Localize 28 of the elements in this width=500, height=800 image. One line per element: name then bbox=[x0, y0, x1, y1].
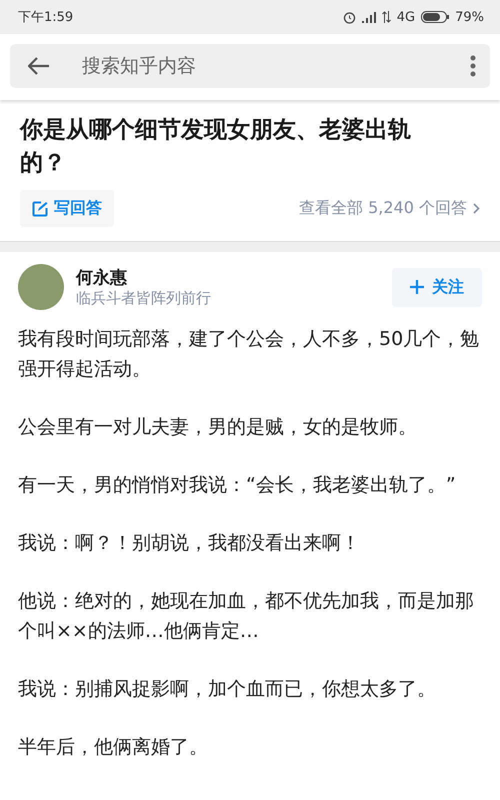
more-menu-icon[interactable] bbox=[470, 55, 476, 77]
avatar-photo-placeholder bbox=[18, 264, 64, 310]
alarm-icon bbox=[342, 10, 356, 24]
plus-icon bbox=[410, 280, 424, 294]
answer-paragraph: 有一天，男的悄悄对我说：“会长，我老婆出轨了。” bbox=[18, 473, 457, 498]
follow-button[interactable]: 关注 bbox=[392, 268, 482, 306]
battery-percent: 79% bbox=[455, 10, 484, 24]
answer-paragraph: 半年后，他俩离婚了。 bbox=[18, 735, 209, 760]
write-answer-button[interactable]: 写回答 bbox=[20, 190, 114, 227]
back-icon[interactable] bbox=[28, 57, 50, 75]
status-time: 下午1:59 bbox=[18, 9, 74, 26]
answer-paragraph: 我说：啊？！别胡说，我都没看出来啊！ bbox=[18, 531, 361, 556]
edit-icon bbox=[32, 200, 48, 216]
question-title: 你是从哪个细节发现女朋友、老婆出轨的？ bbox=[20, 116, 412, 178]
author-name: 何永惠 bbox=[76, 267, 128, 289]
answer-paragraph: 公会里有一对儿夫妻，男的是贼，女的是牧师。 bbox=[18, 415, 418, 440]
answer-paragraph: 我说：别捕风捉影啊，加个血而已，你想太多了。 bbox=[18, 677, 437, 702]
author-bio: 临兵斗者皆阵列前行 bbox=[76, 289, 212, 308]
search-field[interactable]: 搜索知乎内容 bbox=[10, 44, 490, 88]
answer-paragraph: 我有段时间玩部落，建了个公会，人不多，50几个，勉强开得起活动。 bbox=[18, 327, 480, 382]
search-input[interactable]: 搜索知乎内容 bbox=[80, 54, 440, 78]
battery-icon bbox=[421, 11, 450, 23]
chevron-right-icon bbox=[473, 203, 480, 214]
answer-paragraph: 他说：绝对的，她现在加血，都不优先加我，而是加那个叫××的法师…他俩肯定… bbox=[18, 589, 475, 644]
view-all-answers-link[interactable]: 查看全部 5,240 个回答 bbox=[299, 198, 480, 219]
data-arrows-icon bbox=[382, 11, 391, 23]
signal-icon bbox=[362, 12, 376, 22]
network-type: 4G bbox=[396, 10, 416, 24]
